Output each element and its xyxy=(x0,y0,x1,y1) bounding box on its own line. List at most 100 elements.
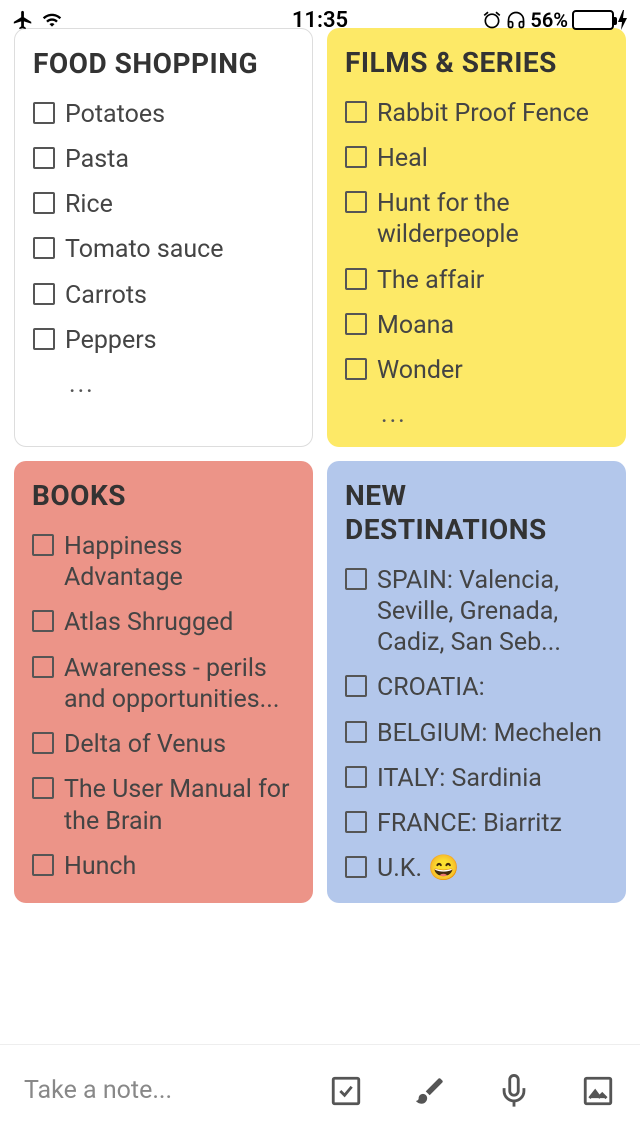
checklist-item: Peppers xyxy=(33,325,294,356)
headphones-icon xyxy=(506,10,526,30)
note-title: BOOKS xyxy=(32,479,295,513)
checklist-item-text: The User Manual for the Brain xyxy=(64,774,295,837)
checkbox-icon[interactable] xyxy=(32,610,54,632)
checklist-item-text: U.K. 😄 xyxy=(377,853,459,884)
take-note-input[interactable]: Take a note... xyxy=(24,1076,214,1105)
checkbox-icon[interactable] xyxy=(33,328,55,350)
checklist-item-text: Delta of Venus xyxy=(64,729,226,760)
checkbox-icon[interactable] xyxy=(345,856,367,878)
checklist-item-text: Peppers xyxy=(65,325,157,356)
checklist-item: Moana xyxy=(345,310,608,341)
new-list-button[interactable] xyxy=(328,1073,364,1109)
checklist-item: Tomato sauce xyxy=(33,234,294,265)
status-time: 11:35 xyxy=(292,8,348,33)
battery-percent: 56% xyxy=(530,8,568,32)
notes-grid: FOOD SHOPPING Potatoes Pasta Rice Tomato sau… xyxy=(0,28,640,917)
checklist-item: The affair xyxy=(345,265,608,296)
checklist-item: ITALY: Sardinia xyxy=(345,763,608,794)
checklist-item-text: Hunch xyxy=(64,851,136,882)
checkbox-icon[interactable] xyxy=(345,721,367,743)
checkbox-icon[interactable] xyxy=(32,732,54,754)
checkbox-icon[interactable] xyxy=(32,777,54,799)
checklist-item-text: Pasta xyxy=(65,144,129,175)
checkbox-icon[interactable] xyxy=(32,534,54,556)
new-drawing-button[interactable] xyxy=(412,1073,448,1109)
note-card[interactable]: BOOKS Happiness Advantage Atlas Shrugged Aw… xyxy=(14,461,313,902)
checkbox-icon[interactable] xyxy=(345,268,367,290)
checklist-item: Hunch xyxy=(32,851,295,882)
checklist-item-text: Rice xyxy=(65,189,113,220)
checklist-item-text: CROATIA: xyxy=(377,672,485,703)
new-voice-button[interactable] xyxy=(496,1073,532,1109)
checklist-item-text: Atlas Shrugged xyxy=(64,607,233,638)
status-left xyxy=(12,9,64,31)
checklist-item: FRANCE: Biarritz xyxy=(345,808,608,839)
checklist-item: Awareness - perils and opportunities... xyxy=(32,653,295,716)
charging-icon xyxy=(618,10,628,30)
checklist-item-text: Potatoes xyxy=(65,99,165,130)
checklist-item-text: The affair xyxy=(377,265,484,296)
checkbox-icon[interactable] xyxy=(345,766,367,788)
more-indicator: ... xyxy=(345,400,608,429)
checkbox-icon[interactable] xyxy=(345,358,367,380)
checklist-item-text: Heal xyxy=(377,143,428,174)
checklist-item-text: Happiness Advantage xyxy=(64,531,295,594)
new-image-button[interactable] xyxy=(580,1073,616,1109)
checklist-item-text: Tomato sauce xyxy=(65,234,224,265)
checklist-item-text: Rabbit Proof Fence xyxy=(377,98,589,129)
checkbox-icon[interactable] xyxy=(345,313,367,335)
checkbox-icon[interactable] xyxy=(345,675,367,697)
status-right: 56% xyxy=(482,8,628,32)
alarm-icon xyxy=(482,10,502,30)
checklist-item-text: Moana xyxy=(377,310,454,341)
checklist-item-text: Wonder xyxy=(377,355,463,386)
checkbox-icon[interactable] xyxy=(345,146,367,168)
checklist-item-text: BELGIUM: Mechelen xyxy=(377,718,602,749)
checklist-item-text: FRANCE: Biarritz xyxy=(377,808,562,839)
checkbox-icon[interactable] xyxy=(345,811,367,833)
checkbox-icon[interactable] xyxy=(345,568,367,590)
more-indicator: ... xyxy=(33,370,294,399)
note-title: NEW DESTINATIONS xyxy=(345,479,608,546)
checklist-item-text: Awareness - perils and opportunities... xyxy=(64,653,295,716)
checklist-item: Pasta xyxy=(33,144,294,175)
checkbox-icon[interactable] xyxy=(32,854,54,876)
note-card[interactable]: FOOD SHOPPING Potatoes Pasta Rice Tomato sau… xyxy=(14,28,313,447)
checkbox-icon[interactable] xyxy=(345,191,367,213)
status-bar: 11:35 56% xyxy=(0,0,640,40)
checklist-item: Rabbit Proof Fence xyxy=(345,98,608,129)
checklist-item: Hunt for the wilderpeople xyxy=(345,188,608,251)
battery-icon xyxy=(572,10,614,30)
checkbox-icon[interactable] xyxy=(345,101,367,123)
checklist-item: SPAIN: Valencia, Seville, Grenada, Cadiz… xyxy=(345,565,608,659)
checklist-item: CROATIA: xyxy=(345,672,608,703)
checklist-item: Potatoes xyxy=(33,99,294,130)
checkbox-icon[interactable] xyxy=(33,102,55,124)
checkbox-icon[interactable] xyxy=(33,237,55,259)
checklist-item-text: ITALY: Sardinia xyxy=(377,763,542,794)
note-card[interactable]: FILMS & SERIES Rabbit Proof Fence Heal Hunt… xyxy=(327,28,626,447)
checklist-item: Rice xyxy=(33,189,294,220)
checkbox-icon[interactable] xyxy=(33,147,55,169)
checklist-item: Delta of Venus xyxy=(32,729,295,760)
checklist-item: U.K. 😄 xyxy=(345,853,608,884)
airplane-mode-icon xyxy=(12,9,34,31)
checklist-item: Happiness Advantage xyxy=(32,531,295,594)
checkbox-icon[interactable] xyxy=(33,283,55,305)
checklist-item-text: Hunt for the wilderpeople xyxy=(377,188,608,251)
bottom-toolbar: Take a note... xyxy=(0,1044,640,1136)
wifi-icon xyxy=(40,10,64,30)
checklist-item: BELGIUM: Mechelen xyxy=(345,718,608,749)
checklist-item: Wonder xyxy=(345,355,608,386)
checklist-item: Atlas Shrugged xyxy=(32,607,295,638)
note-card[interactable]: NEW DESTINATIONS SPAIN: Valencia, Seville… xyxy=(327,461,626,902)
checklist-item-text: SPAIN: Valencia, Seville, Grenada, Cadiz… xyxy=(377,565,608,659)
checklist-item: Carrots xyxy=(33,280,294,311)
checkbox-icon[interactable] xyxy=(33,192,55,214)
checklist-item: The User Manual for the Brain xyxy=(32,774,295,837)
note-title: FOOD SHOPPING xyxy=(33,47,294,81)
checkbox-icon[interactable] xyxy=(32,656,54,678)
checklist-item-text: Carrots xyxy=(65,280,147,311)
checklist-item: Heal xyxy=(345,143,608,174)
note-title: FILMS & SERIES xyxy=(345,46,608,80)
